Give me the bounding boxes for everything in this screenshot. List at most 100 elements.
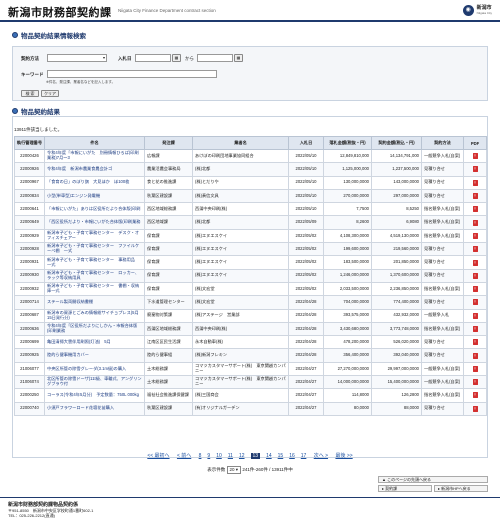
page-link[interactable]: 8 — [199, 453, 202, 459]
page-link[interactable]: 16 — [289, 453, 295, 459]
per-page-label: 表示件数 — [207, 467, 226, 472]
bid-date-from-input[interactable] — [135, 54, 171, 62]
contract-section-link[interactable]: ▸ 契約課 — [378, 485, 432, 492]
pdf-link[interactable]: ⎙ — [463, 188, 487, 204]
page-link[interactable]: 12 — [239, 453, 245, 459]
cell-bid-date: 2022/04/28 — [288, 321, 324, 337]
site-title[interactable]: 新潟市財務部契約課 — [8, 4, 112, 20]
page-link[interactable]: 13 — [250, 453, 261, 459]
cell-title[interactable]: 中央区所管の除雪グレーダ(3.1m級)の購入 — [44, 361, 145, 377]
pdf-link[interactable]: ⎙ — [463, 215, 487, 230]
pdf-link[interactable]: ⎙ — [463, 228, 487, 244]
cell-vendor: (有)オリジナルガーデン — [192, 401, 289, 416]
first-page-link[interactable]: << 最初へ — [147, 453, 169, 459]
cell-title[interactable]: 新潟市子ども・子育て事務センター ファイルケーベ棚 一式 — [44, 242, 145, 257]
pdf-link[interactable]: ⎙ — [463, 281, 487, 297]
column-header: 発注課 — [144, 136, 193, 150]
bid-date-label: 入札日 — [118, 56, 132, 61]
cell-title[interactable]: コーラス(令和4年5月分) 予定数量：750L 000kg — [44, 388, 145, 403]
column-header: 落札金額(税抜・円) — [323, 136, 372, 150]
table-row: 22000834 小型(単車型)エンジン発電機 秋葉区建設課 (株)奏信文具 2022/… — [14, 188, 487, 204]
pdf-link[interactable]: ⎙ — [463, 202, 487, 217]
city-home-link[interactable]: ▸ 新潟市HPへ戻る — [434, 485, 488, 492]
table-row: 22000929 新潟市子ども・子育て事務センター デスク・オフィスチェアー 保育課… — [14, 228, 487, 244]
cell-title[interactable]: 「西区役所だより・市報にいがた合体版(印刷業務 — [44, 215, 145, 230]
cell-vendor: (株)北都 — [192, 162, 289, 177]
pdf-link[interactable]: ⎙ — [463, 375, 487, 390]
per-page-select[interactable]: 20 ▾ — [226, 466, 242, 474]
page-link[interactable]: 17 — [301, 453, 307, 459]
pdf-link[interactable]: ⎙ — [463, 175, 487, 190]
table-row: 22000636 令和4年度「区役所だよりにしかん・市報合体版(印刷業務 西蒲区地域… — [14, 321, 487, 337]
cell-bid-amount: 1,246,000,0000 — [323, 268, 372, 283]
pdf-link[interactable]: ⎙ — [463, 268, 487, 283]
cell-title[interactable]: 新潟市子ども・子育て事務センター 書棚・収納庫一式 — [44, 281, 145, 297]
search-button[interactable]: 検 索 — [21, 90, 39, 97]
cell-vendor: (株)奏信文具 — [192, 188, 289, 204]
pdf-link[interactable]: ⎙ — [463, 335, 487, 350]
table-row: 22000931 新潟市子ども・子育て事務センター 事務用品 一式 保育課 (株)エヌ… — [14, 255, 487, 270]
cell-title[interactable]: ステール製両開収納書棚 — [44, 295, 145, 310]
cell-title[interactable]: 令和4年度「市報にいがた 別冊情報ひろば(印刷業務)7月〜3 — [44, 148, 145, 164]
cell-contract-method: 見積り合せ — [421, 162, 464, 177]
pdf-link[interactable]: ⎙ — [463, 321, 487, 337]
cell-title[interactable]: 「市報にいがた」ありは区役所だより合体版(印刷 — [44, 202, 145, 217]
cell-title[interactable]: 北区所管の除雪ドーザ(11t級、車輪式、アングリングブラウ付 — [44, 375, 145, 390]
next-page-link[interactable]: 次へ > — [314, 453, 328, 459]
page-link[interactable]: 11 — [228, 453, 233, 459]
clear-button[interactable]: クリア — [41, 90, 59, 97]
cell-title[interactable]: 新潟市子ども・子育て事務センター ロッカー、ラック等収納用具 — [44, 268, 145, 283]
pdf-icon: ⎙ — [472, 352, 478, 359]
chevron-down-icon: ▾ — [102, 55, 105, 60]
contract-method-label: 契約方法 — [21, 56, 39, 61]
table-body: 22000426 令和4年度「市報にいがた 別冊情報ひろば(印刷業務)7月〜3 広報… — [14, 148, 487, 416]
pdf-link[interactable]: ⎙ — [463, 242, 487, 257]
cell-department: 土木総務課 — [144, 361, 193, 377]
page-link[interactable]: 9 — [207, 453, 210, 459]
pdf-link[interactable]: ⎙ — [463, 162, 487, 177]
cell-department: 下水道管理センター — [144, 295, 193, 310]
cell-title[interactable]: 新潟市子ども・子育て事務センター 事務用品 一式 — [44, 255, 145, 270]
pdf-link[interactable]: ⎙ — [463, 308, 487, 323]
cell-title[interactable]: 小須戸フラワーロード花壇花苗購入 — [44, 401, 145, 416]
pdf-link[interactable]: ⎙ — [463, 401, 487, 416]
cell-title[interactable]: 新潟市の資源とごみの情報総サイチョプレス(5月15日発行分) — [44, 308, 145, 323]
keyword-input[interactable] — [47, 70, 217, 78]
cell-title[interactable]: 新潟市子ども・子育て事務センター デスク・オフィスチェアー — [44, 228, 145, 244]
pdf-link[interactable]: ⎙ — [463, 255, 487, 270]
pdf-link[interactable]: ⎙ — [463, 348, 487, 363]
cell-bid-date: 2022/05/02 — [288, 268, 324, 283]
pdf-link[interactable]: ⎙ — [463, 388, 487, 403]
pdf-link[interactable]: ⎙ — [463, 148, 487, 164]
cell-bid-amount: 270,000,0000 — [323, 188, 372, 204]
cell-title[interactable]: 「食育の日」のぼり旗 大見ほか ほ100枚 — [44, 175, 145, 190]
pdf-link[interactable]: ⎙ — [463, 295, 487, 310]
contract-method-select[interactable]: ▾ — [47, 54, 107, 62]
cell-title[interactable]: 令和4年度 新潟市農業食農会計ゴ — [44, 162, 145, 177]
pdf-link[interactable]: ⎙ — [463, 361, 487, 377]
cell-id: 22000929 — [14, 228, 45, 244]
bid-date-to-input[interactable] — [197, 54, 233, 62]
calendar-to-button[interactable]: ▦ — [234, 54, 243, 62]
cell-contract-amount: 6,9080 — [371, 215, 422, 230]
table-row: 22000740 小須戸フラワーロード花壇花苗購入 秋葉区建設課 (有)オリジナルガー… — [14, 401, 487, 416]
cell-vendor: (株)エヌエスケイ — [192, 255, 289, 270]
last-page-link[interactable]: 最後 >> — [335, 453, 352, 459]
prev-page-link[interactable]: < 前へ — [177, 453, 191, 459]
cell-title[interactable]: 小型(単車型)エンジン発電機 — [44, 188, 145, 204]
cell-contract-amount: 219,560,0000 — [371, 242, 422, 257]
calendar-from-button[interactable]: ▦ — [172, 54, 181, 62]
page-number-list: 8 9 10 11 12 13 14 15 16 17 — [196, 453, 310, 459]
cell-title[interactable]: 亀田清掃大雲伴用刷照(灯油) 5月 — [44, 335, 145, 350]
page-link[interactable]: 10 — [216, 453, 222, 459]
cell-contract-amount: 1,370,600,0000 — [371, 268, 422, 283]
pdf-icon: ⎙ — [472, 193, 478, 200]
page-link[interactable]: 15 — [278, 453, 284, 459]
city-logo[interactable]: ◉ 新潟市 Niigata City — [462, 5, 492, 16]
cell-title[interactable]: 令和4年度「区役所だよりにしかん・市報合体版(印刷業務 — [44, 321, 145, 337]
back-to-top-link[interactable]: ▲ このページの先頭へ戻る — [378, 476, 488, 483]
page-link[interactable]: 14 — [266, 453, 272, 459]
cell-title[interactable]: 陸的ら健事機用カバー — [44, 348, 145, 363]
table-row: 22000925 陸的ら健事機用カバー 陸的ら健事組 (株)新潟フレキン 2022/04… — [14, 348, 487, 363]
cell-vendor: (株)北都 — [192, 215, 289, 230]
